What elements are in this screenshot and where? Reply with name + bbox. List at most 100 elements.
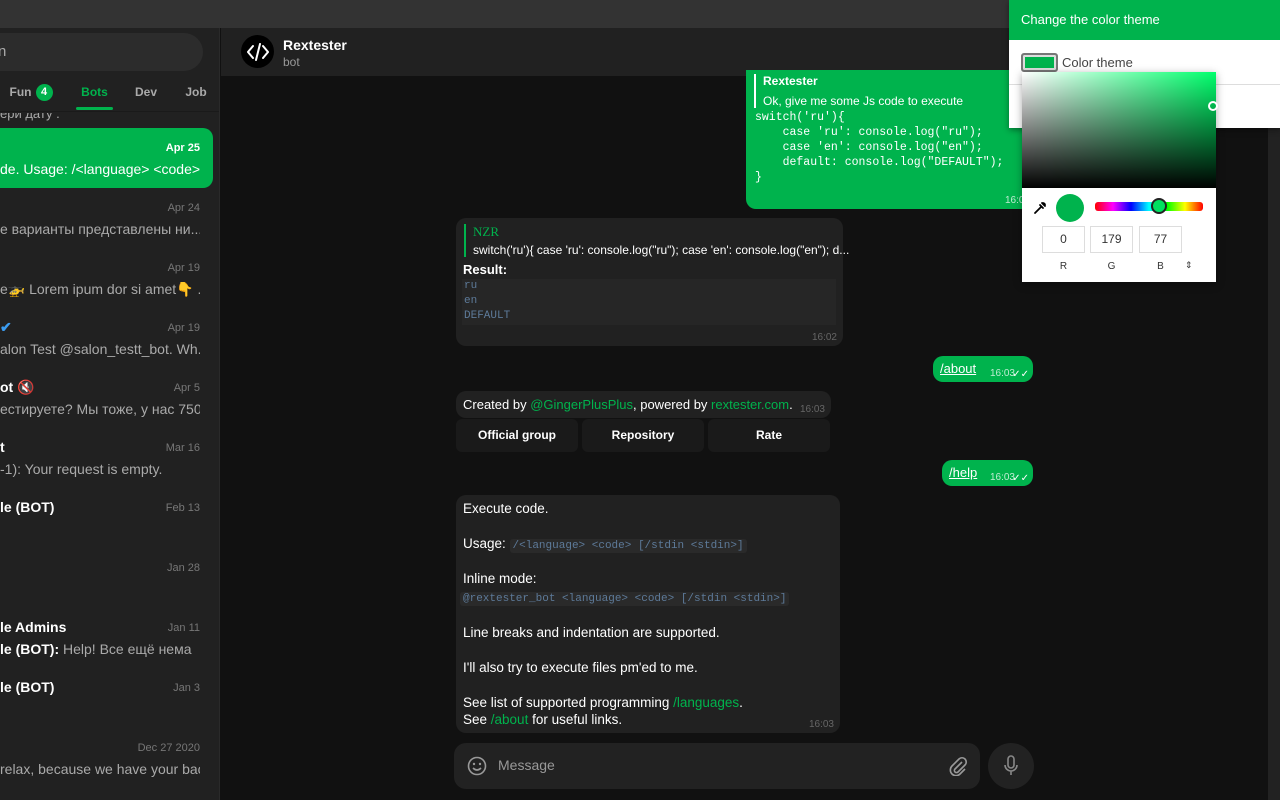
message-time: 16:03 bbox=[799, 404, 825, 415]
blue-input[interactable]: 77 bbox=[1139, 226, 1182, 253]
chat-date: Jan 11 bbox=[167, 622, 200, 634]
chat-preview: relax, because we have your bac... bbox=[0, 761, 200, 777]
tab-bots[interactable]: Bots bbox=[76, 76, 113, 112]
folder-tabs: Fun 4 Bots Dev Job bbox=[0, 76, 219, 112]
tab-label: Fun bbox=[9, 85, 32, 99]
languages-link[interactable]: /languages bbox=[673, 695, 739, 710]
text: Created by bbox=[463, 397, 531, 412]
chat-preview: e🚁 Lorem ipum dor si amet👇 ... bbox=[0, 281, 200, 297]
mention-link[interactable]: @GingerPlusPlus bbox=[530, 397, 633, 412]
chat-preview: естируете? Мы тоже, у нас 750... bbox=[0, 401, 200, 417]
rate-button[interactable]: Rate bbox=[708, 419, 830, 452]
chat-subtitle: bot bbox=[283, 55, 300, 69]
tab-fun[interactable]: Fun 4 bbox=[0, 76, 62, 112]
format-toggle-icon[interactable]: ⇕ bbox=[1185, 260, 1193, 271]
color-swatch-button[interactable] bbox=[1021, 53, 1058, 72]
chat-item[interactable]: Jan 28 bbox=[0, 548, 213, 608]
inline-label: Inline mode: bbox=[463, 571, 537, 586]
message-input[interactable]: Message bbox=[498, 757, 555, 773]
chat-date: Apr 5 bbox=[173, 382, 200, 394]
hue-handle[interactable] bbox=[1151, 198, 1167, 214]
usage-label: Usage: bbox=[463, 536, 510, 551]
repository-button[interactable]: Repository bbox=[582, 419, 704, 452]
tab-label: Bots bbox=[81, 85, 108, 99]
search-input[interactable]: n bbox=[0, 33, 203, 71]
chat-date: Jan 28 bbox=[166, 562, 200, 574]
eyedropper-icon[interactable] bbox=[1033, 201, 1047, 215]
website-link[interactable]: rextester.com bbox=[711, 397, 789, 412]
chat-item[interactable]: Dec 27 2020 relax, because we have your b… bbox=[0, 728, 213, 788]
chat-item[interactable]: le (BOT) Feb 13 bbox=[0, 488, 213, 548]
about-line: See /about for useful links. bbox=[463, 712, 622, 727]
unread-badge: 4 bbox=[35, 84, 53, 101]
saturation-handle[interactable] bbox=[1208, 101, 1218, 111]
emoji-icon[interactable] bbox=[467, 756, 487, 776]
message-outgoing[interactable]: /help 16:03 ✓✓ bbox=[942, 460, 1033, 486]
chat-name: le Admins bbox=[0, 619, 67, 635]
blue-label: B bbox=[1157, 261, 1164, 272]
green-input[interactable]: 179 bbox=[1090, 226, 1133, 253]
chat-name: t bbox=[0, 439, 5, 455]
chat-preview: е варианты представлены ни... bbox=[0, 221, 200, 237]
message-incoming[interactable]: Created by @GingerPlusPlus, powered by r… bbox=[456, 391, 831, 418]
color-theme-label: Color theme bbox=[1062, 55, 1133, 70]
chat-preview: alon Test @salon_testt_bot. Wh... bbox=[0, 341, 200, 357]
chat-item[interactable]: ✔ Apr 19 alon Test @salon_testt_bot. Wh... bbox=[0, 308, 213, 368]
chat-name: ot 🔇 bbox=[0, 379, 35, 395]
avatar[interactable] bbox=[241, 35, 274, 68]
line-breaks-text: Line breaks and indentation are supporte… bbox=[463, 625, 720, 640]
chat-date: Jan 3 bbox=[173, 682, 200, 694]
message-outgoing[interactable]: /about 16:03 ✓✓ bbox=[933, 356, 1033, 382]
hue-slider[interactable] bbox=[1095, 202, 1203, 211]
tab-job[interactable]: Job bbox=[178, 76, 214, 112]
right-panel-edge bbox=[1268, 76, 1280, 800]
text: for useful links. bbox=[528, 712, 623, 727]
chat-sidebar: n Fun4 Bots Dev Job ери дату . Apr 25 de.… bbox=[0, 28, 220, 800]
about-link[interactable]: /about bbox=[491, 712, 529, 727]
help-title: Execute code. bbox=[463, 501, 549, 516]
reply-quote[interactable]: NZR switch('ru'){ case 'ru': console.log… bbox=[464, 224, 849, 257]
inline-code-line: @rextester_bot <language> <code> [/stdin… bbox=[460, 589, 790, 606]
tab-label: Job bbox=[185, 85, 207, 99]
preview-sender: le (BOT): bbox=[0, 641, 60, 657]
message-time: 16:03 bbox=[808, 719, 834, 730]
red-input[interactable]: 0 bbox=[1042, 226, 1085, 253]
languages-line: See list of supported programming /langu… bbox=[463, 695, 743, 710]
popup-title: Change the color theme bbox=[1009, 0, 1280, 40]
command-link[interactable]: /help bbox=[949, 465, 977, 480]
official-group-button[interactable]: Official group bbox=[456, 419, 578, 452]
saturation-value-area[interactable] bbox=[1022, 72, 1216, 188]
chat-item[interactable]: le (BOT) Jan 3 bbox=[0, 668, 213, 728]
chat-preview: de. Usage: /<language> <code> [... bbox=[0, 161, 200, 177]
message-incoming[interactable]: NZR switch('ru'){ case 'ru': console.log… bbox=[456, 218, 849, 346]
chat-name: le (BOT) bbox=[0, 499, 55, 515]
green-label: G bbox=[1107, 261, 1116, 272]
inline-code: @rextester_bot <language> <code> [/stdin… bbox=[460, 592, 790, 606]
message-time: 16:03 bbox=[989, 368, 1015, 379]
code-icon bbox=[246, 42, 269, 61]
chat-item[interactable]: Apr 24 е варианты представлены ни... bbox=[0, 188, 213, 248]
red-label: R bbox=[1059, 261, 1068, 272]
chat-item[interactable]: le Admins Jan 11 le (BOT): Help! Все ещё н… bbox=[0, 608, 213, 668]
text: See bbox=[463, 712, 491, 727]
chat-item[interactable]: Apr 19 e🚁 Lorem ipum dor si amet👇 ... bbox=[0, 248, 213, 308]
chat-item[interactable]: ot 🔇 Apr 5 естируете? Мы тоже, у нас 750..… bbox=[0, 368, 213, 428]
chat-date: Apr 25 bbox=[165, 142, 200, 154]
message-text: Created by @GingerPlusPlus, powered by r… bbox=[463, 397, 793, 412]
files-text: I'll also try to execute files pm'ed to … bbox=[463, 660, 698, 675]
tab-dev[interactable]: Dev bbox=[128, 76, 164, 112]
chat-preview: -1): Your request is empty. bbox=[0, 461, 163, 477]
tab-label: Dev bbox=[134, 85, 157, 99]
message-outgoing[interactable]: Rextester Ok, give me some Js code to ex… bbox=[746, 70, 1036, 209]
reply-quote[interactable]: Rextester Ok, give me some Js code to ex… bbox=[754, 74, 963, 108]
chat-item[interactable]: Apr 25 de. Usage: /<language> <code> [... bbox=[0, 128, 213, 188]
message-incoming[interactable]: Execute code. Usage: /<language> <code> … bbox=[456, 495, 840, 733]
attach-icon[interactable] bbox=[948, 756, 968, 776]
voice-record-button[interactable] bbox=[988, 743, 1034, 789]
message-composer[interactable]: Message bbox=[454, 743, 980, 789]
reply-author: NZR bbox=[473, 224, 499, 239]
message-time: 16:03 bbox=[989, 472, 1015, 483]
chat-item[interactable]: t Mar 16 -1): Your request is empty. bbox=[0, 428, 213, 488]
message-time: 16:02 bbox=[811, 332, 837, 343]
command-link[interactable]: /about bbox=[940, 361, 976, 376]
